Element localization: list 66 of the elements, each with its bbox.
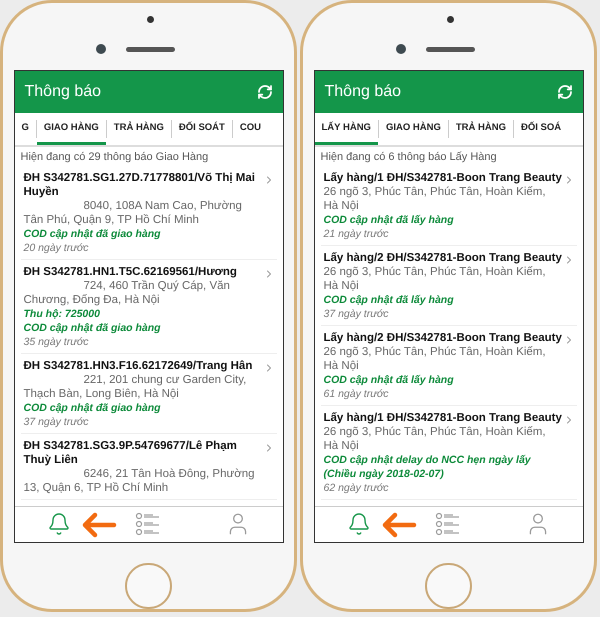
time-text: 35 ngày trước	[24, 334, 90, 349]
status-text: COD cập nhật đã lấy hàng	[324, 372, 455, 387]
arrow-icon	[380, 512, 416, 538]
address-text: 26 ngõ 3, Phúc Tân, Phúc Tân, Hoàn Kiếm, Hà Nội	[324, 264, 547, 293]
address-text: 724, 460 Trần Quý Cáp, Văn Chương, Đống Đa, Hà Nội	[24, 278, 231, 307]
home-button[interactable]	[125, 562, 172, 609]
cod-amount: Thu hộ: 725000	[24, 306, 101, 321]
address-text: 221, 201 chung cư Garden City, Thạch Bàn, Long Biên, Hà Nội	[24, 372, 248, 401]
arrow-icon	[80, 512, 116, 538]
address-text: 26 ngõ 3, Phúc Tân, Phúc Tân, Hoàn Kiếm, Hà Nội	[324, 344, 547, 373]
tab[interactable]: ĐỐI SOÁT	[172, 113, 232, 146]
header-title: Thông báo	[324, 82, 402, 102]
status-text: COD cập nhật delay do NCC hẹn ngày lấy (Chiều ngày 2018-02-07)	[324, 452, 532, 481]
notification-title: ĐH S342781.HN3.F16.62172649/Trang Hân	[24, 358, 254, 373]
time-text: 62 ngày trước	[324, 480, 390, 495]
address-text: 8040, 108A Nam Cao, Phường Tân Phú, Quận 9, TP Hồ Chí Minh	[24, 198, 243, 227]
notification-item[interactable]: Lấy hàng/2 ĐH/S342781-Boon Trang Beauty 26 ngõ 3, Phúc Tân, Phúc Tân, Hoàn Kiếm, Hà Nội COD cập nhật đã lấy hàng 61 ngày trước	[320, 326, 576, 406]
time-text: 37 ngày trước	[324, 306, 390, 321]
status-text: COD cập nhật đã lấy hàng	[324, 212, 455, 227]
time-text: 37 ngày trước	[24, 414, 90, 429]
bell-icon[interactable]	[347, 512, 372, 536]
time-text: 20 ngày trước	[24, 240, 90, 255]
tab[interactable]: COU	[232, 113, 268, 146]
tab[interactable]: ĐỐI SOÁ	[514, 113, 568, 146]
home-button[interactable]	[425, 562, 472, 609]
status-text: COD cập nhật đã giao hàng	[24, 320, 162, 335]
speaker-grille	[426, 47, 475, 52]
address-text: 26 ngõ 3, Phúc Tân, Phúc Tân, Hoàn Kiếm, Hà Nội	[324, 424, 547, 453]
notification-title: Lấy hàng/1 ĐH/S342781-Boon Trang Beauty	[324, 410, 562, 425]
time-text: 61 ngày trước	[324, 386, 390, 401]
notification-item[interactable]: ĐH S342781.SG1.27D.71778801/Võ Thị Mai Huyền 8040, 108A Nam Cao, Phường Tân Phú, Quận 9, TP Hồ Chí Minh COD cập nhật đã giao hàng 20 ngày trước	[20, 166, 276, 260]
time-text: 21 ngày trước	[324, 226, 390, 241]
notification-title: Lấy hàng/2 ĐH/S342781-Boon Trang Beauty	[324, 330, 562, 345]
tab[interactable]: GIAO HÀNG	[378, 113, 448, 146]
tab[interactable]: LẤY HÀNG	[314, 113, 378, 146]
tab[interactable]: G	[14, 113, 36, 146]
status-text: COD cập nhật đã lấy hàng	[324, 292, 455, 307]
tab[interactable]: GIAO HÀNG	[36, 113, 106, 146]
list-icon[interactable]	[435, 512, 462, 536]
refresh-icon[interactable]	[556, 84, 572, 100]
refresh-icon[interactable]	[256, 84, 272, 100]
notification-item[interactable]: Lấy hàng/2 ĐH/S342781-Boon Trang Beauty 26 ngõ 3, Phúc Tân, Phúc Tân, Hoàn Kiếm, Hà Nội COD cập nhật đã lấy hàng 37 ngày trước	[320, 246, 576, 326]
notification-title: ĐH S342781.SG3.9P.54769677/Lê Phạm Thuỳ Liên	[24, 438, 238, 467]
notification-title: ĐH S342781.HN1.T5C.62169561/Hương	[24, 264, 238, 279]
notification-item[interactable]: Lấy hàng/1 ĐH/S342781-Boon Trang Beauty 26 ngõ 3, Phúc Tân, Phúc Tân, Hoàn Kiếm, Hà Nội COD cập nhật delay do NCC hẹn ngày lấy (Chiều ngày 2018-02-07) 62 ngày trước	[320, 406, 576, 500]
tab[interactable]: TRẢ HÀNG	[448, 113, 513, 146]
notification-item[interactable]: ĐH S342781.HN3.F16.62172649/Trang Hân 221, 201 chung cư Garden City, Thạch Bàn, Long Biên, Hà Nội COD cập nhật đã giao hàng 37 ngày trước	[20, 354, 276, 434]
notification-title: Lấy hàng/2 ĐH/S342781-Boon Trang Beauty	[324, 250, 562, 265]
status-text: COD cập nhật đã giao hàng	[24, 400, 162, 415]
notification-item[interactable]: ĐH S342781.SG3.9P.54769677/Lê Phạm Thuỳ Liên 6246, 21 Tân Hoà Đông, Phường 13, Quận 6, TP Hồ Chí Minh	[20, 434, 276, 500]
notification-title: ĐH S342781.SG1.27D.71778801/Võ Thị Mai Huyền	[24, 170, 256, 199]
camera-lens	[396, 44, 406, 54]
camera-lens	[96, 44, 106, 54]
summary-text: Hiện đang có 29 thông báo Giao Hàng	[20, 150, 210, 166]
notification-title: Lấy hàng/1 ĐH/S342781-Boon Trang Beauty	[324, 170, 562, 185]
address-text: 26 ngõ 3, Phúc Tân, Phúc Tân, Hoàn Kiếm, Hà Nội	[324, 184, 547, 213]
header-title: Thông báo	[24, 82, 102, 102]
list-icon[interactable]	[135, 512, 162, 536]
bell-icon[interactable]	[47, 512, 72, 536]
address-text: 6246, 21 Tân Hoà Đông, Phường 13, Quận 6, TP Hồ Chí Minh	[24, 466, 256, 495]
notification-item[interactable]: Lấy hàng/1 ĐH/S342781-Boon Trang Beauty 26 ngõ 3, Phúc Tân, Phúc Tân, Hoàn Kiếm, Hà Nội COD cập nhật đã lấy hàng 21 ngày trước	[320, 166, 576, 246]
speaker-grille	[126, 47, 175, 52]
status-text: COD cập nhật đã giao hàng	[24, 226, 162, 241]
notification-item[interactable]: ĐH S342781.HN1.T5C.62169561/Hương 724, 460 Trần Quý Cáp, Văn Chương, Đống Đa, Hà Nội Thu hộ: 725000 COD cập nhật đã giao hàng 35 ngày trước	[20, 260, 276, 354]
summary-text: Hiện đang có 6 thông báo Lấy Hàng	[320, 150, 498, 166]
tab[interactable]: TRẢ HÀNG	[106, 113, 171, 146]
